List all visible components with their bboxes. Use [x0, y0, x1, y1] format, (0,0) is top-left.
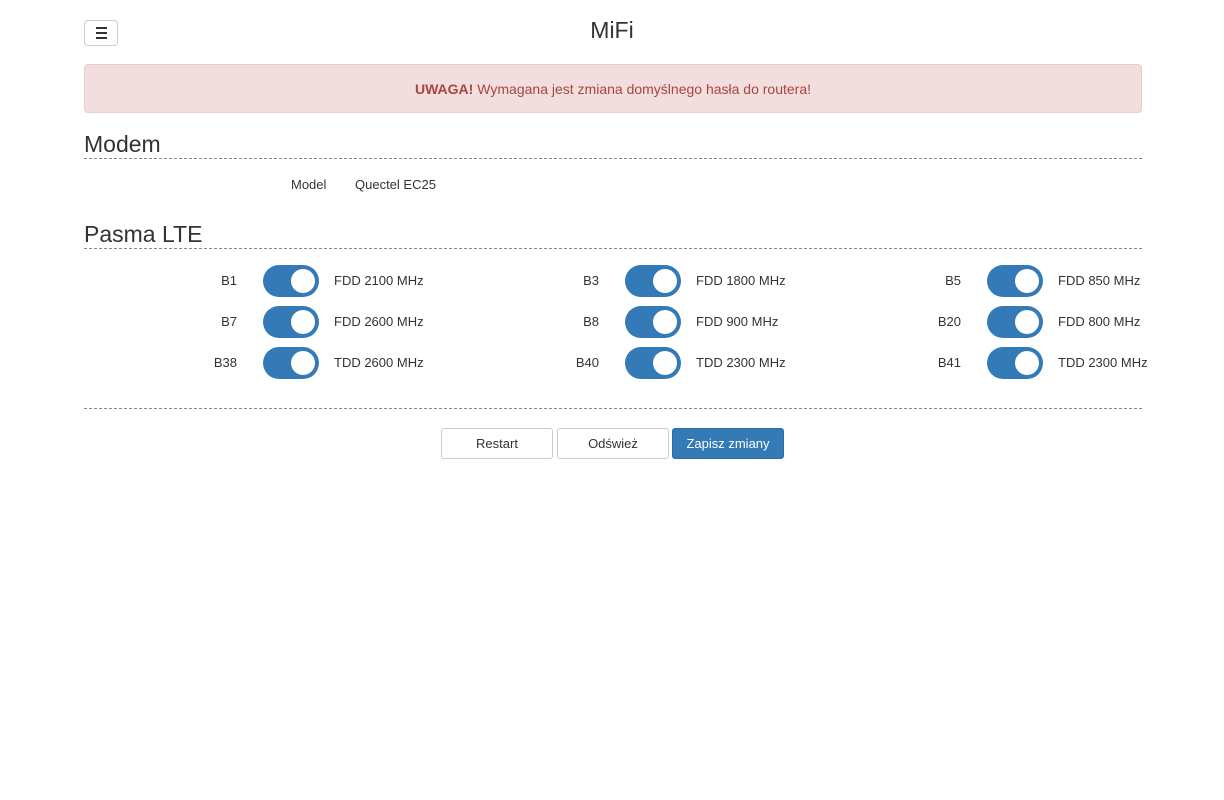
- band-label: B7: [221, 314, 237, 329]
- toggle-knob: [653, 310, 677, 334]
- band-description: FDD 2600 MHz: [334, 314, 424, 329]
- band-label: B5: [945, 273, 961, 288]
- band-label: B20: [937, 314, 961, 329]
- band-label: B38: [213, 355, 237, 370]
- band-description: FDD 800 MHz: [1058, 314, 1141, 329]
- band-description: FDD 1800 MHz: [696, 273, 786, 288]
- band-b40-toggle[interactable]: [625, 347, 681, 379]
- restart-button[interactable]: Restart: [441, 428, 553, 459]
- band-b41-toggle[interactable]: [987, 347, 1043, 379]
- band-b20-toggle[interactable]: [987, 306, 1043, 338]
- model-value: Quectel EC25: [355, 177, 436, 192]
- band-b1-toggle[interactable]: [263, 265, 319, 297]
- band-description: TDD 2300 MHz: [1058, 355, 1148, 370]
- toggle-knob: [1015, 351, 1039, 375]
- band-b5-toggle[interactable]: [987, 265, 1043, 297]
- lte-section-title: Pasma LTE: [84, 221, 1142, 249]
- band-b7-toggle[interactable]: [263, 306, 319, 338]
- alert-message: Wymagana jest zmiana domyślnego hasła do…: [477, 80, 812, 97]
- page: MiFi UWAGA! Wymagana jest zmiana domyśln…: [0, 0, 1224, 800]
- toggle-knob: [1015, 310, 1039, 334]
- band-description: FDD 850 MHz: [1058, 273, 1141, 288]
- save-changes-button[interactable]: Zapisz zmiany: [672, 428, 784, 459]
- band-b8-toggle[interactable]: [625, 306, 681, 338]
- refresh-button[interactable]: Odśwież: [557, 428, 669, 459]
- band-label: B40: [575, 355, 599, 370]
- toggle-knob: [291, 310, 315, 334]
- toggle-knob: [291, 351, 315, 375]
- toggle-knob: [291, 269, 315, 293]
- section-divider: [84, 408, 1142, 409]
- modem-section-title: Modem: [84, 131, 1142, 159]
- band-label: B8: [583, 314, 599, 329]
- band-b38-toggle[interactable]: [263, 347, 319, 379]
- toggle-knob: [1015, 269, 1039, 293]
- band-description: TDD 2600 MHz: [334, 355, 424, 370]
- band-description: FDD 2100 MHz: [334, 273, 424, 288]
- band-description: TDD 2300 MHz: [696, 355, 786, 370]
- alert-strong-text: UWAGA!: [414, 80, 474, 97]
- model-label: Model: [291, 177, 327, 192]
- band-description: FDD 900 MHz: [696, 314, 779, 329]
- band-label: B1: [221, 273, 237, 288]
- band-label: B41: [937, 355, 961, 370]
- app-title: MiFi: [590, 17, 634, 43]
- warning-alert: UWAGA! Wymagana jest zmiana domyślnego h…: [84, 64, 1142, 113]
- toggle-knob: [653, 351, 677, 375]
- band-label: B3: [583, 273, 599, 288]
- toggle-knob: [653, 269, 677, 293]
- band-b3-toggle[interactable]: [625, 265, 681, 297]
